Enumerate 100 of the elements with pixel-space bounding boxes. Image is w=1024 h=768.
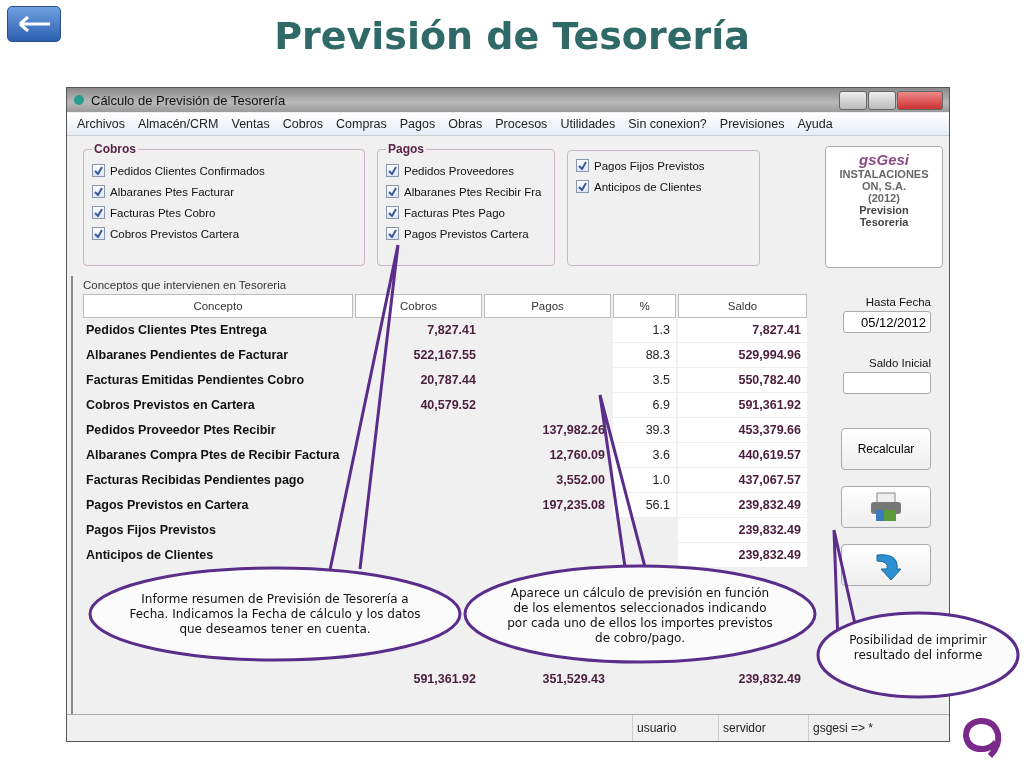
- menu-item[interactable]: Almacén/CRM: [137, 117, 219, 131]
- table-cell-text: 20,787.44: [419, 372, 477, 389]
- column-header[interactable]: Saldo: [678, 294, 807, 318]
- menu-item[interactable]: Cobros: [282, 117, 324, 131]
- callout-text: Posibilidad de imprimir resultado del informe: [848, 633, 988, 663]
- back-button[interactable]: [7, 6, 61, 42]
- table-cell-text: Albaranes Pendientes de Facturar: [85, 347, 290, 364]
- checkbox[interactable]: [386, 206, 399, 219]
- print-button[interactable]: [841, 486, 931, 528]
- company-text: ON, S.A.: [862, 180, 906, 192]
- table-cell: 591,361.92: [678, 393, 807, 418]
- table-cell: 56.1: [613, 493, 676, 518]
- column-header[interactable]: Pagos: [484, 294, 611, 318]
- table-cell-text: Pagos Fijos Previstos: [85, 522, 217, 539]
- table-cell: 437,067.57: [678, 468, 807, 493]
- slide-title: Previsión de Tesorería: [273, 14, 751, 58]
- checkbox[interactable]: [92, 206, 105, 219]
- table-cell: 239,832.49: [678, 493, 807, 518]
- checkbox-label: Albaranes Ptes Recibir Fra: [404, 185, 542, 198]
- status-cell: usuario: [632, 715, 718, 741]
- checkbox-label: Pagos Fijos Previstos: [594, 159, 705, 172]
- menu-item[interactable]: Ayuda: [797, 117, 833, 131]
- table-cell-text: 591,361.92: [412, 671, 477, 688]
- status-cell: servidor: [718, 715, 808, 741]
- balance-field[interactable]: [843, 372, 931, 394]
- checkbox[interactable]: [576, 159, 589, 172]
- table-cell-text: Pagos Previstos en Cartera: [85, 497, 250, 514]
- brand-logo: gsGesi: [859, 151, 909, 168]
- menu-item[interactable]: Procesos: [495, 117, 548, 131]
- checkbox[interactable]: [386, 164, 399, 177]
- checkbox-label: Facturas Ptes Cobro: [110, 206, 216, 219]
- checkbox-label: Albaranes Ptes Facturar: [110, 185, 234, 198]
- checkbox[interactable]: [92, 185, 105, 198]
- table-cell-text: Albaranes Compra Ptes de Recibir Factura: [85, 447, 341, 464]
- printer-icon: [869, 492, 903, 522]
- table-cell-text: 239,832.49: [737, 671, 802, 688]
- checkbox-label: Anticipos de Clientes: [594, 180, 702, 193]
- checkbox-label: Facturas Ptes Pago: [404, 206, 505, 219]
- table-cell-text: Cobros Previstos en Cartera: [85, 397, 256, 414]
- column-header[interactable]: Concepto: [83, 294, 353, 318]
- window-title: Cálculo de Previsión de Tesorería: [91, 92, 286, 108]
- column-header[interactable]: Cobros: [355, 294, 482, 318]
- status-cell: gsgesi => *: [808, 715, 949, 741]
- callout-text: Informe resumen de Previsión de Tesorería a Fecha. Indicamos la Fecha de cálculo y los datos que deseamos tener en cuenta.: [128, 592, 422, 637]
- callout-text: Aparece un cálculo de previsión en función de los elementos seleccionados indicando por cada uno de ellos los importes previstos de cobro/pago.: [506, 586, 774, 646]
- table-cell-text: Pedidos Proveedor Ptes Recibir: [85, 422, 277, 439]
- table-cell: 3.6: [613, 443, 676, 468]
- panel-caption: Prevision Tesoreria: [858, 204, 910, 228]
- menu-item[interactable]: Archivos: [77, 117, 125, 131]
- recalculate-button[interactable]: Recalcular: [841, 428, 931, 470]
- table-cell-text: Facturas Emitidas Pendientes Cobro: [85, 372, 306, 389]
- table-cell: 3.5: [613, 368, 676, 393]
- table-cell-text: 7,827.41: [426, 322, 477, 339]
- maximize-button[interactable]: [868, 90, 896, 110]
- checkbox-label: Pagos Previstos Cartera: [404, 227, 529, 240]
- table-cell-text: Facturas Recibidas Pendientes pago: [85, 472, 306, 489]
- table-cell: 239,832.49: [678, 518, 807, 543]
- minimize-button[interactable]: [839, 90, 867, 110]
- menu-item[interactable]: Sin conexion?: [628, 117, 707, 131]
- menu-item[interactable]: Previsiones: [719, 117, 785, 131]
- table-cell-text: Anticipos de Clientes: [85, 547, 215, 564]
- table-title: Conceptos que intervienen en Tesoreria: [82, 278, 288, 293]
- table-cell-text: 137,982.26: [541, 422, 606, 439]
- table-cell-text: 522,167.55: [412, 347, 477, 364]
- company-text: INSTALACIONES: [839, 168, 929, 180]
- table-cell-text: 12,760.09: [548, 447, 606, 464]
- checkbox[interactable]: [386, 185, 399, 198]
- checkbox-label: Pedidos Clientes Confirmados: [110, 164, 265, 177]
- checkbox[interactable]: [576, 180, 589, 193]
- left-arrow-icon: [16, 14, 52, 34]
- checkbox[interactable]: [92, 164, 105, 177]
- table-cell-text: 197,235.08: [541, 497, 606, 514]
- table-cell-text: 3,552.00: [555, 472, 606, 489]
- group-title: Cobros: [93, 142, 137, 156]
- menu-item[interactable]: Utilidades: [560, 117, 616, 131]
- checkbox[interactable]: [386, 227, 399, 240]
- loop-logo-icon: [960, 716, 1004, 760]
- field-label: Saldo Inicial: [869, 357, 931, 369]
- table-cell: 7,827.41: [678, 318, 807, 343]
- checkbox[interactable]: [92, 227, 105, 240]
- menu-item[interactable]: Compras: [336, 117, 387, 131]
- checkbox-label: Cobros Previstos Cartera: [110, 227, 240, 240]
- menu-item[interactable]: Ventas: [231, 117, 270, 131]
- back-button[interactable]: [841, 544, 931, 586]
- table-cell: 453,379.66: [678, 418, 807, 443]
- menu-item[interactable]: Pagos: [399, 117, 436, 131]
- table-cell-text: 40,579.52: [419, 397, 477, 414]
- company-text: (2012): [868, 192, 900, 204]
- table-cell: 1.3: [613, 318, 676, 343]
- checkbox-label: Pedidos Proveedores: [404, 164, 514, 177]
- group-title: Pagos: [387, 142, 425, 156]
- date-field[interactable]: 05/12/2012: [843, 311, 931, 333]
- menu-item[interactable]: Obras: [448, 117, 483, 131]
- column-header[interactable]: %: [613, 294, 676, 318]
- field-label: Hasta Fecha: [865, 296, 931, 308]
- table-cell: 239,832.49: [678, 543, 807, 568]
- table-cell: 529,994.96: [678, 343, 807, 368]
- table-cell-text: 351,529.43: [541, 671, 606, 688]
- table-cell: 440,619.57: [678, 443, 807, 468]
- table-cell-text: Pedidos Clientes Ptes Entrega: [85, 322, 268, 339]
